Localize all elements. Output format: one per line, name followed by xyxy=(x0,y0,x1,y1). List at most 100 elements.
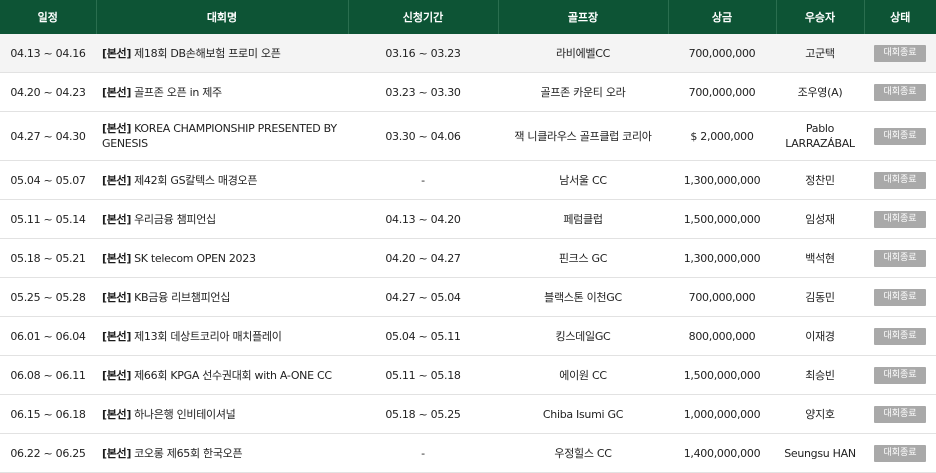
table-row: 06.01 ~ 06.04 [본선] 제13회 데상트코리아 매치플레이 05.04 … xyxy=(0,316,936,356)
cell-apply-period: - xyxy=(348,433,498,473)
status-button[interactable]: 대회종료 xyxy=(874,445,926,462)
cell-date: 04.13 ~ 04.16 xyxy=(0,34,96,73)
cell-status: 대회종료 xyxy=(864,394,936,434)
round-tag: [본선] xyxy=(102,407,132,421)
cell-prize: 1,000,000,000 xyxy=(668,394,776,434)
cell-golf-course: 블랙스톤 이천GC xyxy=(498,277,668,317)
cell-tournament-name[interactable]: [본선] 하나은행 인비테이셔널 xyxy=(96,394,348,434)
round-tag: [본선] xyxy=(102,212,132,226)
cell-tournament-name[interactable]: [본선] 제18회 DB손해보험 프로미 오픈 xyxy=(96,34,348,73)
cell-date: 05.25 ~ 05.28 xyxy=(0,277,96,317)
tournament-name-link[interactable]: 제18회 DB손해보험 프로미 오픈 xyxy=(134,47,281,60)
round-tag: [본선] xyxy=(102,251,132,265)
cell-prize: 1,500,000,000 xyxy=(668,199,776,239)
round-tag: [본선] xyxy=(102,173,132,187)
cell-apply-period: 05.04 ~ 05.11 xyxy=(348,316,498,356)
cell-status: 대회종료 xyxy=(864,238,936,278)
table-row: 06.08 ~ 06.11 [본선] 제66회 KPGA 선수권대회 with A-… xyxy=(0,355,936,395)
cell-date: 05.04 ~ 05.07 xyxy=(0,160,96,200)
cell-tournament-name[interactable]: [본선] 제66회 KPGA 선수권대회 with A-ONE CC xyxy=(96,355,348,395)
cell-status: 대회종료 xyxy=(864,72,936,112)
cell-winner: 고군택 xyxy=(776,34,864,73)
round-tag: [본선] xyxy=(102,85,132,99)
cell-tournament-name[interactable]: [본선] SK telecom OPEN 2023 xyxy=(96,238,348,278)
tournament-name-link[interactable]: KB금융 리브챔피언십 xyxy=(134,291,230,304)
status-button[interactable]: 대회종료 xyxy=(874,84,926,101)
cell-tournament-name[interactable]: [본선] KB금융 리브챔피언십 xyxy=(96,277,348,317)
tournament-name-link[interactable]: 우리금융 챔피언십 xyxy=(134,213,216,226)
cell-golf-course: 라비에벨CC xyxy=(498,34,668,73)
cell-golf-course: 핀크스 GC xyxy=(498,238,668,278)
header-winner: 우승자 xyxy=(775,0,864,34)
cell-prize: $ 2,000,000 xyxy=(668,111,776,161)
table-row: 06.22 ~ 06.25 [본선] 코오롱 제65회 한국오픈 - 우정힐스 CC 1,… xyxy=(0,433,936,473)
cell-tournament-name[interactable]: [본선] KOREA CHAMPIONSHIP PRESENTED BY GENE… xyxy=(96,111,348,161)
cell-prize: 1,400,000,000 xyxy=(668,433,776,473)
status-button[interactable]: 대회종료 xyxy=(874,45,926,62)
cell-tournament-name[interactable]: [본선] 골프존 오픈 in 제주 xyxy=(96,72,348,112)
cell-date: 04.27 ~ 04.30 xyxy=(0,111,96,161)
cell-golf-course: 남서울 CC xyxy=(498,160,668,200)
cell-status: 대회종료 xyxy=(864,433,936,473)
tournament-name-link[interactable]: 제42회 GS칼텍스 매경오픈 xyxy=(134,174,257,187)
table-row: 05.04 ~ 05.07 [본선] 제42회 GS칼텍스 매경오픈 - 남서울 CC 1… xyxy=(0,160,936,200)
table-row: 04.13 ~ 04.16 [본선] 제18회 DB손해보험 프로미 오픈 03.16… xyxy=(0,34,936,73)
cell-apply-period: 04.20 ~ 04.27 xyxy=(348,238,498,278)
round-tag: [본선] xyxy=(102,446,132,460)
header-prize: 상금 xyxy=(667,0,776,34)
cell-golf-course: Chiba Isumi GC xyxy=(498,394,668,434)
cell-golf-course: 에이원 CC xyxy=(498,355,668,395)
status-button[interactable]: 대회종료 xyxy=(874,211,926,228)
cell-winner: 이재경 xyxy=(776,316,864,356)
status-button[interactable]: 대회종료 xyxy=(874,172,926,189)
cell-date: 06.01 ~ 06.04 xyxy=(0,316,96,356)
header-date: 일정 xyxy=(0,0,96,34)
cell-winner: 김동민 xyxy=(776,277,864,317)
tournament-name-link[interactable]: SK telecom OPEN 2023 xyxy=(134,252,256,265)
header-golf-course: 골프장 xyxy=(497,0,668,34)
cell-golf-course: 페럼클럽 xyxy=(498,199,668,239)
cell-status: 대회종료 xyxy=(864,111,936,161)
cell-apply-period: 05.18 ~ 05.25 xyxy=(348,394,498,434)
cell-winner: 정찬민 xyxy=(776,160,864,200)
status-button[interactable]: 대회종료 xyxy=(874,128,926,145)
cell-apply-period: 05.11 ~ 05.18 xyxy=(348,355,498,395)
round-tag: [본선] xyxy=(102,368,132,382)
cell-date: 04.20 ~ 04.23 xyxy=(0,72,96,112)
cell-apply-period: 03.23 ~ 03.30 xyxy=(348,72,498,112)
cell-tournament-name[interactable]: [본선] 제42회 GS칼텍스 매경오픈 xyxy=(96,160,348,200)
table-row: 05.25 ~ 05.28 [본선] KB금융 리브챔피언십 04.27 ~ 05.0… xyxy=(0,277,936,317)
cell-tournament-name[interactable]: [본선] 우리금융 챔피언십 xyxy=(96,199,348,239)
cell-apply-period: - xyxy=(348,160,498,200)
status-button[interactable]: 대회종료 xyxy=(874,250,926,267)
cell-apply-period: 03.30 ~ 04.06 xyxy=(348,111,498,161)
cell-tournament-name[interactable]: [본선] 코오롱 제65회 한국오픈 xyxy=(96,433,348,473)
cell-status: 대회종료 xyxy=(864,34,936,73)
cell-golf-course: 골프존 카운티 오라 xyxy=(498,72,668,112)
tournament-name-link[interactable]: 코오롱 제65회 한국오픈 xyxy=(134,447,242,460)
header-status: 상태 xyxy=(863,0,936,34)
status-button[interactable]: 대회종료 xyxy=(874,406,926,423)
cell-date: 05.11 ~ 05.14 xyxy=(0,199,96,239)
tournament-name-link[interactable]: KOREA CHAMPIONSHIP PRESENTED BY GENESIS xyxy=(102,122,337,150)
cell-prize: 1,300,000,000 xyxy=(668,160,776,200)
cell-prize: 1,300,000,000 xyxy=(668,238,776,278)
status-button[interactable]: 대회종료 xyxy=(874,328,926,345)
cell-apply-period: 04.27 ~ 05.04 xyxy=(348,277,498,317)
status-button[interactable]: 대회종료 xyxy=(874,289,926,306)
cell-tournament-name[interactable]: [본선] 제13회 데상트코리아 매치플레이 xyxy=(96,316,348,356)
table-row: 04.27 ~ 04.30 [본선] KOREA CHAMPIONSHIP PRES… xyxy=(0,111,936,161)
tournament-name-link[interactable]: 하나은행 인비테이셔널 xyxy=(134,408,236,421)
cell-apply-period: 04.13 ~ 04.20 xyxy=(348,199,498,239)
header-apply-period: 신청기간 xyxy=(347,0,498,34)
cell-winner: Seungsu HAN xyxy=(776,433,864,473)
cell-date: 06.08 ~ 06.11 xyxy=(0,355,96,395)
cell-golf-course: 킹스데일GC xyxy=(498,316,668,356)
table-row: 05.11 ~ 05.14 [본선] 우리금융 챔피언십 04.13 ~ 04.20 페… xyxy=(0,199,936,239)
status-button[interactable]: 대회종료 xyxy=(874,367,926,384)
tournament-name-link[interactable]: 골프존 오픈 in 제주 xyxy=(134,86,222,99)
cell-date: 06.22 ~ 06.25 xyxy=(0,433,96,473)
tournament-name-link[interactable]: 제13회 데상트코리아 매치플레이 xyxy=(134,330,282,343)
round-tag: [본선] xyxy=(102,46,132,60)
tournament-name-link[interactable]: 제66회 KPGA 선수권대회 with A-ONE CC xyxy=(134,369,332,382)
